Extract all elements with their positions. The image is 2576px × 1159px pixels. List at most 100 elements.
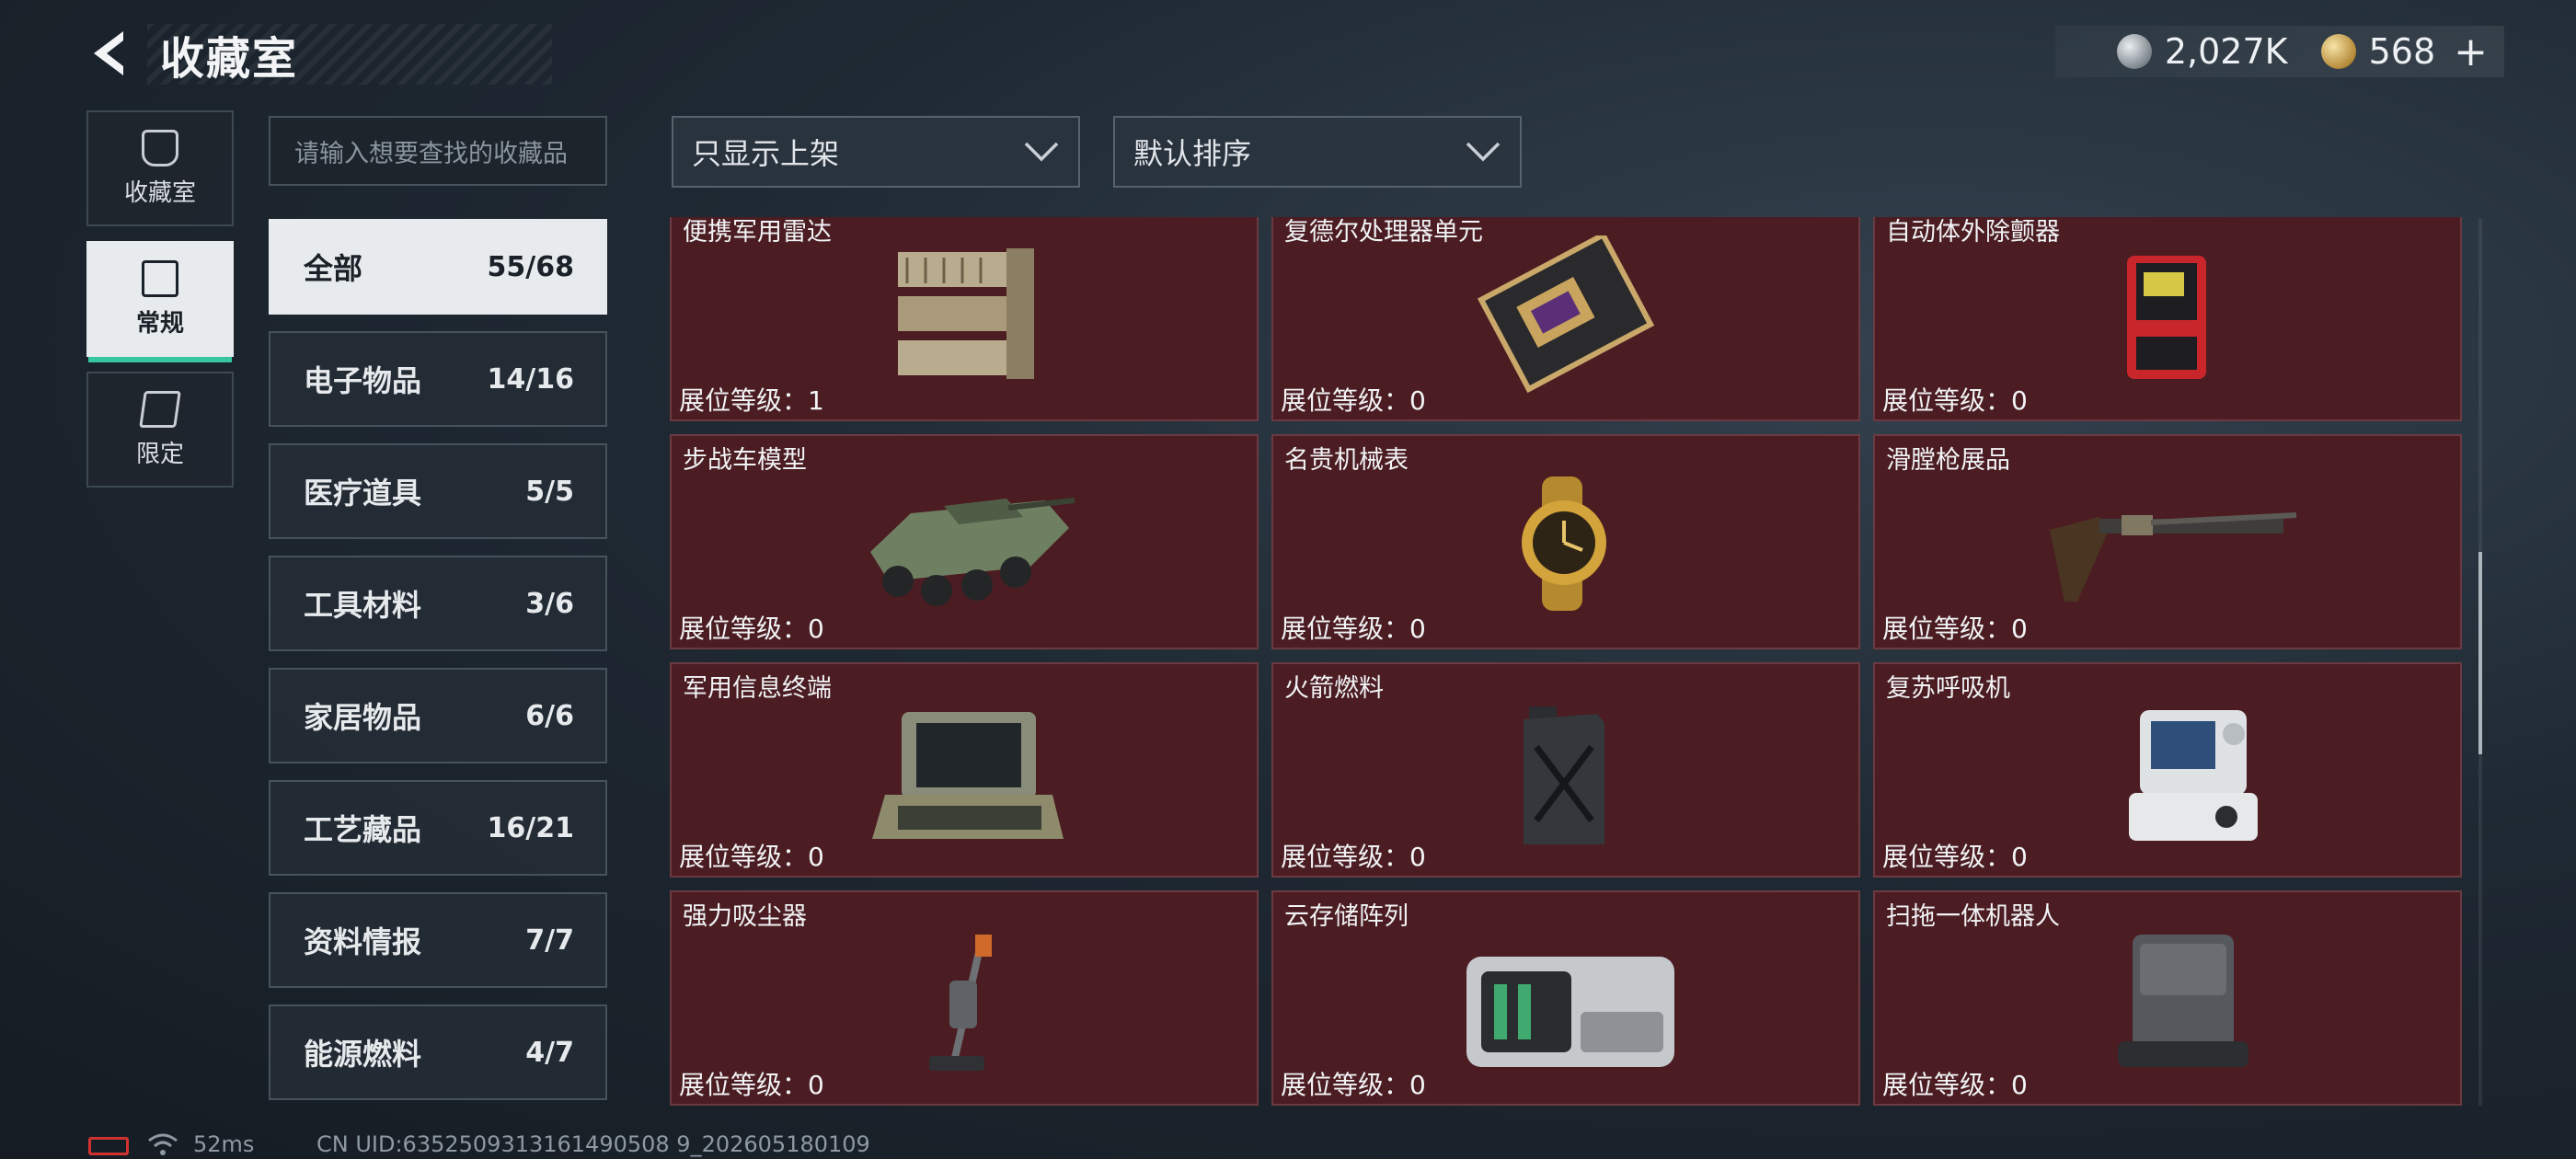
gold-coin-icon: [2320, 34, 2356, 69]
grid-scrollbar-thumb[interactable]: [2478, 552, 2482, 754]
item-level: 展位等级：0: [1882, 385, 2028, 416]
item-name: 步战车模型: [683, 446, 807, 475]
musket-icon: [2050, 512, 2297, 602]
item-level: 展位等级：0: [1882, 614, 2028, 644]
item-name: 扫拖一体机器人: [1886, 902, 2060, 931]
user-uid: CN UID:6352509313161490508 9_20260518010…: [316, 1131, 870, 1157]
category-all[interactable]: 全部 55/68: [269, 219, 607, 315]
item-name: 自动体外除颤器: [1886, 218, 2060, 247]
sort-order-value: 默认排序: [1133, 136, 1252, 171]
vacuum-cleaner-icon: [929, 935, 992, 1071]
processor-unit-icon: [1477, 235, 1655, 394]
item-name: 云存储阵列: [1284, 902, 1409, 931]
item-level: 展位等级：0: [1281, 385, 1426, 416]
rocket-fuel-can-icon: [1524, 706, 1604, 844]
category-name: 家居物品: [304, 700, 422, 735]
category-name: 电子物品: [304, 363, 422, 398]
silver-coin-icon: [2116, 34, 2152, 69]
item-card-vacuum-cleaner[interactable]: 强力吸尘器 展位等级：0: [670, 890, 1259, 1106]
shelf-filter-value: 只显示上架: [692, 136, 840, 171]
ping-indicator: 52ms: [193, 1131, 255, 1157]
nav-tab-limited[interactable]: 限定: [86, 372, 234, 488]
add-currency-button[interactable]: +: [2454, 29, 2488, 75]
category-count: 16/21: [487, 811, 574, 844]
collection-card-icon: [142, 259, 178, 297]
item-level: 展位等级：0: [679, 1070, 824, 1100]
item-name: 军用信息终端: [683, 674, 832, 703]
item-grid[interactable]: 便携军用雷达 展位等级：1 复德尔处理器单元 展位等级：0 自动体外除颤器 展位…: [668, 217, 2466, 1111]
portable-radar-icon: [898, 248, 1034, 379]
ventilator-icon: [2129, 710, 2258, 841]
item-card-ifv-model[interactable]: 步战车模型 展位等级：0: [670, 434, 1259, 649]
wifi-icon: [148, 1133, 178, 1155]
search-input[interactable]: 请输入想要查找的收藏品: [269, 116, 607, 186]
item-level: 展位等级：0: [1281, 614, 1426, 644]
category-name: 能源燃料: [304, 1037, 422, 1072]
category-count: 4/7: [525, 1036, 574, 1069]
military-terminal-icon: [872, 712, 1064, 839]
category-energy[interactable]: 能源燃料 4/7: [269, 1004, 607, 1100]
category-household[interactable]: 家居物品 6/6: [269, 668, 607, 763]
item-name: 强力吸尘器: [683, 902, 807, 931]
category-electronics[interactable]: 电子物品 14/16: [269, 331, 607, 427]
mopping-robot-icon: [2118, 935, 2248, 1067]
item-card-portable-radar[interactable]: 便携军用雷达 展位等级：1: [670, 217, 1259, 421]
category-intel[interactable]: 资料情报 7/7: [269, 892, 607, 988]
item-card-musket[interactable]: 滑膛枪展品 展位等级：0: [1873, 434, 2462, 649]
trophy-icon: [142, 129, 178, 166]
chevron-down-icon: [1024, 142, 1059, 162]
silver-currency-value: 2,027K: [2164, 31, 2288, 72]
item-level: 展位等级：1: [679, 385, 824, 416]
item-card-defibrillator[interactable]: 自动体外除颤器 展位等级：0: [1873, 217, 2462, 421]
nav-tab-label: 限定: [135, 440, 184, 468]
item-level: 展位等级：0: [1281, 1070, 1426, 1100]
item-name: 名贵机械表: [1284, 446, 1409, 475]
item-level: 展位等级：0: [1281, 842, 1426, 872]
nav-tab-label: 收藏室: [123, 178, 196, 207]
category-count: 5/5: [525, 475, 574, 508]
item-card-processor-unit[interactable]: 复德尔处理器单元 展位等级：0: [1271, 217, 1860, 421]
category-name: 资料情报: [304, 924, 422, 959]
item-level: 展位等级：0: [679, 842, 824, 872]
category-count: 7/7: [525, 924, 574, 957]
category-name: 工具材料: [304, 588, 422, 623]
gold-currency-value: 568: [2368, 31, 2436, 72]
currency-bar: 2,027K 568 +: [2055, 26, 2504, 77]
nav-tab-label: 常规: [135, 309, 184, 338]
category-crafts[interactable]: 工艺藏品 16/21: [269, 780, 607, 876]
limited-icon: [139, 390, 181, 428]
category-name: 医疗道具: [304, 476, 422, 511]
category-medical[interactable]: 医疗道具 5/5: [269, 443, 607, 539]
category-count: 6/6: [525, 699, 574, 732]
mechanical-watch-icon: [1522, 476, 1606, 611]
item-card-ventilator[interactable]: 复苏呼吸机 展位等级：0: [1873, 662, 2462, 878]
item-name: 复苏呼吸机: [1886, 674, 2010, 703]
nav-tab-regular[interactable]: 常规: [86, 241, 234, 362]
item-level: 展位等级：0: [1882, 842, 2028, 872]
battery-low-icon: [88, 1137, 129, 1155]
category-count: 14/16: [487, 362, 574, 396]
item-level: 展位等级：0: [679, 614, 824, 644]
item-card-cloud-storage-array[interactable]: 云存储阵列 展位等级：0: [1271, 890, 1860, 1106]
ifv-model-icon: [870, 498, 1075, 606]
cloud-storage-array-icon: [1466, 957, 1674, 1067]
nav-tab-collection-room[interactable]: 收藏室: [86, 110, 234, 226]
item-card-mopping-robot[interactable]: 扫拖一体机器人 展位等级：0: [1873, 890, 2462, 1106]
category-tools[interactable]: 工具材料 3/6: [269, 556, 607, 651]
category-name: 全部: [304, 251, 363, 286]
back-arrow-icon[interactable]: [85, 26, 140, 81]
item-card-military-terminal[interactable]: 军用信息终端 展位等级：0: [670, 662, 1259, 878]
chevron-down-icon: [1466, 142, 1501, 162]
sort-order-dropdown[interactable]: 默认排序: [1113, 116, 1522, 188]
page-title: 收藏室: [160, 33, 299, 85]
item-card-mechanical-watch[interactable]: 名贵机械表 展位等级：0: [1271, 434, 1860, 649]
item-level: 展位等级：0: [1882, 1070, 2028, 1100]
defibrillator-icon: [2127, 256, 2206, 379]
category-count: 3/6: [525, 587, 574, 620]
item-card-rocket-fuel[interactable]: 火箭燃料 展位等级：0: [1271, 662, 1860, 878]
category-name: 工艺藏品: [304, 812, 422, 847]
item-name: 便携军用雷达: [683, 218, 832, 247]
category-count: 55/68: [487, 250, 574, 283]
item-name: 火箭燃料: [1284, 674, 1384, 703]
shelf-filter-dropdown[interactable]: 只显示上架: [672, 116, 1080, 188]
